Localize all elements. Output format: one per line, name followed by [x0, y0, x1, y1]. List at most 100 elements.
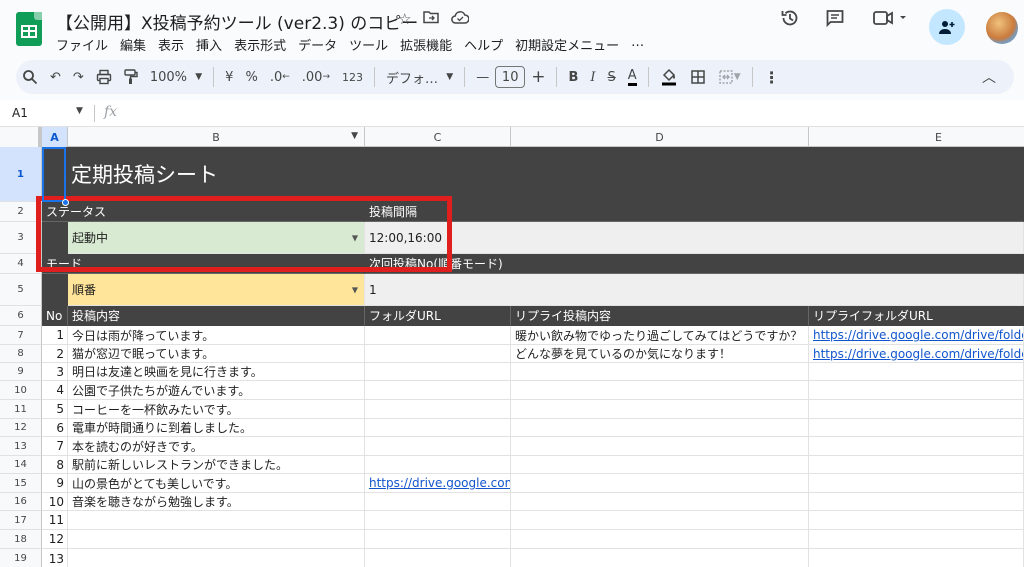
redo-icon[interactable]: ↷: [67, 60, 90, 94]
post-content[interactable]: [68, 549, 365, 567]
chevron-down-icon[interactable]: ▼: [351, 131, 358, 141]
post-reply-folder-url[interactable]: [809, 474, 1024, 493]
post-no[interactable]: 9: [42, 474, 68, 493]
cell-a5[interactable]: [42, 274, 68, 306]
post-content[interactable]: 本を読むのが好きです。: [68, 437, 365, 456]
fill-color-icon[interactable]: [654, 60, 684, 94]
increase-decimal-button[interactable]: .00 →: [296, 60, 336, 94]
post-reply-content[interactable]: [511, 419, 809, 437]
row-header[interactable]: 1: [0, 147, 42, 202]
post-reply-content[interactable]: [511, 549, 809, 567]
header-folder-url[interactable]: フォルダURL: [365, 306, 511, 326]
post-folder-url[interactable]: [365, 419, 511, 437]
status-label[interactable]: ステータス: [42, 202, 365, 222]
post-no[interactable]: 4: [42, 381, 68, 400]
mode-dropdown[interactable]: 順番 ▼: [68, 274, 365, 306]
dropdown-arrow-icon[interactable]: ▼: [352, 285, 358, 294]
search-menus-icon[interactable]: [16, 60, 44, 94]
share-button[interactable]: [929, 9, 965, 45]
row-header[interactable]: 10: [0, 381, 42, 400]
cell-a3[interactable]: [42, 222, 68, 254]
comment-icon[interactable]: [825, 8, 845, 33]
post-content[interactable]: コーヒーを一杯飲みたいです。: [68, 400, 365, 419]
menu-extensions[interactable]: 拡張機能: [394, 35, 458, 54]
menu-tools[interactable]: ツール: [343, 35, 394, 54]
post-content[interactable]: 明日は友達と映画を見に行きます。: [68, 363, 365, 381]
menu-format[interactable]: 表示形式: [228, 35, 292, 54]
interval-label[interactable]: 投稿間隔: [365, 202, 1024, 222]
post-reply-folder-url[interactable]: [809, 381, 1024, 400]
more-formats-button[interactable]: 123: [336, 60, 369, 94]
post-reply-content[interactable]: [511, 400, 809, 419]
column-header-c[interactable]: C: [365, 127, 511, 147]
mode-label[interactable]: モード: [42, 254, 365, 274]
menu-more[interactable]: …: [625, 35, 650, 54]
post-folder-url[interactable]: [365, 437, 511, 456]
post-reply-content[interactable]: [511, 456, 809, 474]
post-reply-folder-url[interactable]: [809, 456, 1024, 474]
bold-button[interactable]: B: [562, 60, 584, 94]
header-no[interactable]: No: [42, 306, 68, 326]
post-reply-folder-url[interactable]: [809, 530, 1024, 549]
menu-help[interactable]: ヘルプ: [458, 35, 509, 54]
decrease-decimal-button[interactable]: .0 ←: [264, 60, 296, 94]
menu-view[interactable]: 表示: [152, 35, 190, 54]
post-no[interactable]: 2: [42, 345, 68, 363]
more-options-icon[interactable]: ⋮: [758, 60, 786, 94]
post-reply-folder-url[interactable]: [809, 400, 1024, 419]
header-reply-folder-url[interactable]: リプライフォルダURL: [809, 306, 1024, 326]
post-reply-content[interactable]: [511, 437, 809, 456]
post-no[interactable]: 3: [42, 363, 68, 381]
merge-cells-icon[interactable]: ▼: [712, 60, 747, 94]
font-family-select[interactable]: デフォ… ▼: [380, 60, 459, 94]
post-folder-url-text[interactable]: https://drive.google.com/dri: [369, 476, 510, 490]
post-content[interactable]: [68, 511, 365, 530]
cell-a1[interactable]: [42, 147, 68, 202]
borders-icon[interactable]: [684, 60, 712, 94]
font-size-input[interactable]: 10: [495, 66, 526, 88]
column-header-e[interactable]: E: [809, 127, 1024, 147]
post-reply-folder-url[interactable]: [809, 419, 1024, 437]
name-box[interactable]: A1: [12, 106, 28, 120]
post-reply-content[interactable]: どんな夢を見ているのか気になります！: [511, 345, 809, 363]
post-folder-url[interactable]: [365, 511, 511, 530]
post-folder-url[interactable]: [365, 549, 511, 567]
row-header[interactable]: 9: [0, 363, 42, 381]
post-no[interactable]: 11: [42, 511, 68, 530]
post-folder-url[interactable]: [365, 456, 511, 474]
zoom-select[interactable]: 100% ▼: [144, 60, 208, 94]
header-reply-content[interactable]: リプライ投稿内容: [511, 306, 809, 326]
post-content[interactable]: [68, 530, 365, 549]
sheets-logo-icon[interactable]: [16, 12, 42, 46]
user-avatar[interactable]: [986, 12, 1018, 44]
post-reply-folder-url-text[interactable]: https://drive.google.com/drive/folders/1…: [813, 328, 1023, 342]
post-content[interactable]: 山の景色がとても美しいです。: [68, 474, 365, 493]
post-no[interactable]: 5: [42, 400, 68, 419]
post-reply-folder-url-text[interactable]: https://drive.google.com/drive/folders/1…: [813, 347, 1023, 361]
row-header[interactable]: 12: [0, 419, 42, 437]
post-reply-content[interactable]: [511, 381, 809, 400]
post-reply-folder-url[interactable]: [809, 437, 1024, 456]
post-no[interactable]: 1: [42, 326, 68, 345]
font-size-increase-button[interactable]: +: [525, 60, 551, 94]
interval-value[interactable]: 12:00,16:00: [365, 222, 1024, 254]
star-icon[interactable]: ☆: [398, 10, 411, 28]
row-header[interactable]: 7: [0, 326, 42, 345]
row-header[interactable]: 16: [0, 493, 42, 511]
strikethrough-button[interactable]: S: [602, 60, 622, 94]
post-folder-url[interactable]: [365, 345, 511, 363]
next-post-label[interactable]: 次回投稿No(順番モード): [365, 254, 1024, 274]
post-no[interactable]: 10: [42, 493, 68, 511]
row-header[interactable]: 11: [0, 400, 42, 419]
row-header[interactable]: 6: [0, 306, 42, 326]
menu-insert[interactable]: 挿入: [190, 35, 228, 54]
post-folder-url[interactable]: [365, 381, 511, 400]
post-no[interactable]: 8: [42, 456, 68, 474]
italic-button[interactable]: I: [584, 60, 601, 94]
row-header[interactable]: 17: [0, 511, 42, 530]
post-folder-url[interactable]: [365, 400, 511, 419]
text-color-button[interactable]: A: [622, 60, 643, 94]
version-history-icon[interactable]: [780, 8, 800, 33]
print-icon[interactable]: [90, 60, 118, 94]
post-content[interactable]: 猫が窓辺で眠っています。: [68, 345, 365, 363]
